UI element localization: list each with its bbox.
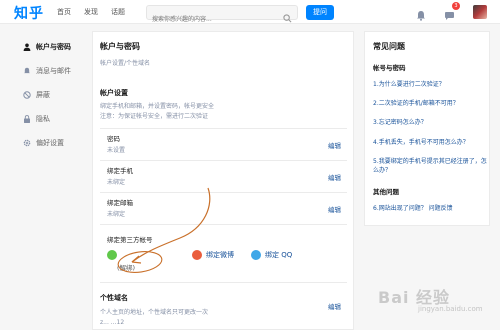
faq-question-link[interactable]: 5.我要绑定的手机号提示其已经注册了，怎么办？ <box>373 157 487 175</box>
gear-icon <box>22 139 31 148</box>
row-value: 未绑定 <box>107 211 126 218</box>
domain-value: z... ...12 <box>100 319 125 326</box>
qq-bind-button[interactable]: 绑定 QQ <box>251 250 292 260</box>
faq-other-row: 6.网站出现了问题？ 问题反馈 <box>373 204 487 213</box>
password-row: 密码 未设置 编辑 <box>100 128 347 160</box>
sidebar-item-label: 偏好设置 <box>36 139 64 147</box>
weibo-bind-button[interactable]: 绑定微博 <box>192 250 234 260</box>
faq-question-link[interactable]: 2.二次验证的手机/邮箱不可用？ <box>373 99 487 108</box>
divider <box>100 224 347 225</box>
email-row: 绑定邮箱 未绑定 编辑 <box>100 192 347 224</box>
faq-question-link[interactable]: 1.为什么要进行二次验证？ <box>373 80 487 89</box>
edit-domain-link[interactable]: 编辑 <box>328 301 341 311</box>
qq-icon <box>251 250 261 260</box>
domain-description: 个人主页的地址，个性域名只可更改一次 <box>100 309 209 316</box>
block-icon <box>22 91 31 100</box>
sidebar-item-block[interactable]: 屏蔽 <box>22 83 92 107</box>
row-label: 绑定手机 <box>107 167 133 175</box>
page-title: 帐户与密码 <box>100 42 140 51</box>
faq-panel: 常见问题 帐号与密码 1.为什么要进行二次验证？ 2.二次验证的手机/邮箱不可用… <box>364 31 490 226</box>
edit-email-link[interactable]: 编辑 <box>328 204 341 214</box>
section-title: 帐户设置 <box>100 89 128 97</box>
wechat-bind[interactable] <box>107 250 121 260</box>
third-party-text: 绑定 QQ <box>265 251 293 259</box>
phone-row: 绑定手机 未绑定 编辑 <box>100 160 347 192</box>
notification-bell-icon[interactable] <box>416 6 426 25</box>
row-value: 未绑定 <box>107 179 126 186</box>
sidebar-item-label: 消息与邮件 <box>36 67 71 75</box>
section-description: 绑定手机和邮箱，并设置密码，帐号更安全 <box>100 103 215 110</box>
settings-sidebar: 帐户与密码 消息与邮件 屏蔽 隐私 偏好设置 <box>22 35 92 155</box>
faq-question-link[interactable]: 3.忘记密码怎么办？ <box>373 118 487 127</box>
sidebar-item-label: 屏蔽 <box>36 91 50 99</box>
top-navbar: 知乎 首页 发现 话题 提问 3 <box>0 0 500 26</box>
row-value: 未设置 <box>107 147 126 154</box>
row-label: 绑定邮箱 <box>107 199 133 207</box>
sidebar-item-account[interactable]: 帐户与密码 <box>22 35 92 59</box>
domain-title: 个性域名 <box>100 294 128 302</box>
third-party-label: 绑定第三方帐号 <box>107 236 153 244</box>
edit-phone-link[interactable]: 编辑 <box>328 172 341 182</box>
zhihu-logo[interactable]: 知乎 <box>14 3 44 23</box>
nav-home[interactable]: 首页 <box>57 7 71 17</box>
lock-icon <box>22 115 31 124</box>
faq-group-other: 其他问题 <box>373 188 399 196</box>
third-party-text: 绑定微博 <box>206 251 234 259</box>
account-settings-panel: 帐户与密码 帐户设置/个性域名 帐户设置 绑定手机和邮箱，并设置密码，帐号更安全… <box>92 31 354 330</box>
search-input[interactable] <box>147 13 277 26</box>
faq-title: 常见问题 <box>373 42 405 51</box>
search-icon[interactable] <box>283 8 292 27</box>
weibo-icon <box>192 250 202 260</box>
search-box <box>146 5 298 26</box>
ask-button[interactable]: 提问 <box>306 5 334 20</box>
faq-question-link[interactable]: 6.网站出现了问题？ <box>373 205 427 212</box>
page-subtitle: 帐户设置/个性域名 <box>100 60 151 67</box>
sidebar-item-label: 帐户与密码 <box>36 43 71 51</box>
faq-group-account: 帐号与密码 <box>373 64 406 72</box>
row-label: 密码 <box>107 135 120 143</box>
faq-question-link[interactable]: 4.手机丢失，手机号不可用怎么办？ <box>373 138 487 147</box>
unbind-link[interactable]: (解绑) <box>117 262 135 272</box>
edit-password-link[interactable]: 编辑 <box>328 140 341 150</box>
sidebar-item-label: 隐私 <box>36 115 50 123</box>
watermark-url: jingyan.baidu.com <box>418 305 483 313</box>
sidebar-item-preferences[interactable]: 偏好设置 <box>22 131 92 155</box>
bell-icon <box>22 67 31 76</box>
sidebar-item-privacy[interactable]: 隐私 <box>22 107 92 131</box>
feedback-link[interactable]: 问题反馈 <box>429 205 453 212</box>
sidebar-item-messages[interactable]: 消息与邮件 <box>22 59 92 83</box>
nav-topics[interactable]: 话题 <box>111 7 125 17</box>
message-count-badge: 3 <box>452 2 460 10</box>
wechat-icon <box>107 250 117 260</box>
section-note: 注意：为保证帐号安全，需进行二次验证 <box>100 113 209 120</box>
divider <box>100 282 347 283</box>
nav-discover[interactable]: 发现 <box>84 7 98 17</box>
user-icon <box>22 43 31 52</box>
avatar[interactable] <box>473 5 487 19</box>
